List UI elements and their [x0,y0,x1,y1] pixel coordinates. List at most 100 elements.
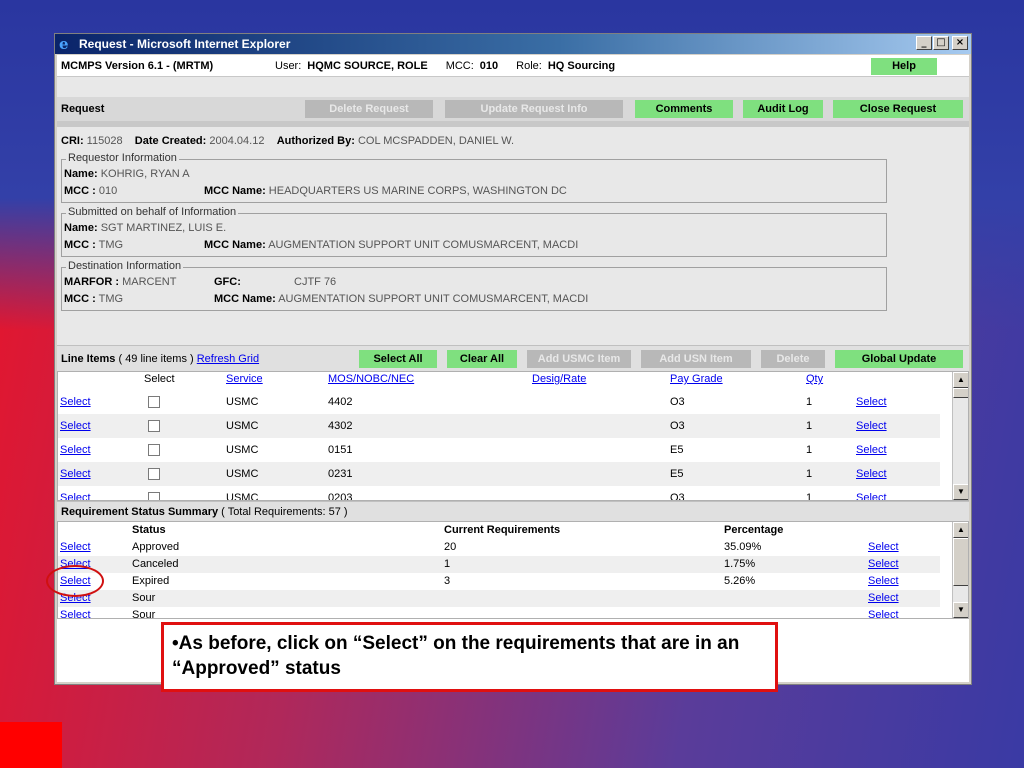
summary-scrollbar[interactable]: ▲ ▼ [952,522,968,618]
delete-line-item-button[interactable]: Delete [761,350,825,368]
requestor-mcc-name-value: HEADQUARTERS US MARINE CORPS, WASHINGTON… [268,185,567,197]
add-usn-item-button[interactable]: Add USN Item [641,350,751,368]
col-pay-grade[interactable]: Pay Grade [670,372,723,390]
summary-status: Canceled [132,558,179,570]
requestor-mcc-name-label: MCC Name: [204,185,266,197]
request-info-panel: CRI: 115028 Date Created: 2004.04.12 Aut… [57,127,969,345]
select-all-button[interactable]: Select All [359,350,437,368]
background-red-block [0,722,62,768]
row-qty: 1 [806,396,813,408]
role-label: Role: [516,59,542,72]
add-usmc-item-button[interactable]: Add USMC Item [527,350,631,368]
date-created-value: 2004.04.12 [209,135,265,147]
summary-percentage: 1.75% [724,558,756,570]
line-items-count: ( 49 line items ) [118,353,194,365]
role-value: HQ Sourcing [547,59,616,72]
checkbox-icon[interactable] [148,492,160,500]
col-desig-rate[interactable]: Desig/Rate [532,372,586,390]
row-checkbox[interactable] [148,438,160,462]
user-label: User: [275,59,302,72]
row-checkbox[interactable] [148,390,160,414]
summary-select-link-right[interactable]: Select [868,607,899,618]
row-checkbox[interactable] [148,414,160,438]
update-request-info-button[interactable]: Update Request Info [445,100,623,118]
destination-fieldset: Destination Information MARFOR : MARCENT… [61,260,887,311]
row-select-link-right[interactable]: Select [856,462,887,486]
mcc-label: MCC: [445,59,474,72]
global-update-button[interactable]: Global Update [835,350,963,368]
line-items-title: Line Items [61,353,116,365]
clear-all-button[interactable]: Clear All [447,350,517,368]
table-row: Select USMC 0231 E5 1 Select [58,462,940,486]
behalf-legend: Submitted on behalf of Information [66,206,239,218]
comments-button[interactable]: Comments [635,100,733,118]
authorized-by-value: COL MCSPADDEN, DANIEL W. [357,135,515,147]
summary-select-link-right[interactable]: Select [868,573,899,590]
minimize-button[interactable]: _ [916,36,932,50]
row-select-link-right[interactable]: Select [856,414,887,438]
summary-title: Requirement Status Summary [61,506,219,518]
row-pay-grade: O3 [670,396,685,408]
row-select-link[interactable]: Select [60,438,91,462]
scroll-thumb[interactable] [953,538,968,586]
summary-select-link-right[interactable]: Select [868,590,899,607]
col-qty[interactable]: Qty [806,372,823,390]
row-service: USMC [226,396,259,408]
app-header: MCMPS Version 6.1 - (MRTM) User: HQMC SO… [57,55,969,77]
marfor-value: MARCENT [122,276,177,288]
scroll-thumb[interactable] [953,388,968,398]
requestor-mcc-label: MCC : [64,185,96,197]
requestor-legend: Requestor Information [66,152,179,164]
audit-log-button[interactable]: Audit Log [743,100,823,118]
scroll-down-icon[interactable]: ▼ [953,484,968,500]
highlight-circle [46,565,104,597]
maximize-button[interactable]: □ [933,36,949,50]
row-select-link-right[interactable]: Select [856,390,887,414]
summary-select-link-right[interactable]: Select [868,539,899,556]
summary-select-link[interactable]: Select [60,539,91,556]
table-row: Select USMC 4402 O3 1 Select [58,390,940,414]
close-button[interactable]: × [952,36,968,50]
summary-row: Select Sour Select [58,590,940,607]
row-select-link-right[interactable]: Select [856,486,887,500]
checkbox-icon[interactable] [148,468,160,481]
row-select-link[interactable]: Select [60,414,91,438]
row-qty: 1 [806,444,813,456]
checkbox-icon[interactable] [148,444,160,457]
behalf-name-label: Name: [64,222,98,234]
row-select-link[interactable]: Select [60,390,91,414]
gfc-label: GFC: [214,276,241,288]
summary-percentage: 5.26% [724,575,756,587]
row-mos: 0231 [328,468,353,480]
destination-mcc-value: TMG [98,293,124,305]
col-select: Select [144,373,175,385]
table-row: Select USMC 0151 E5 1 Select [58,438,940,462]
col-service[interactable]: Service [226,372,263,390]
help-button[interactable]: Help [871,58,937,75]
row-checkbox[interactable] [148,486,160,500]
summary-grid: Status Current Requirements Percentage S… [57,521,969,619]
request-title: Request [61,103,105,115]
row-service: USMC [226,444,259,456]
close-request-button[interactable]: Close Request [833,100,963,118]
destination-legend: Destination Information [66,260,184,272]
summary-select-link-right[interactable]: Select [868,556,899,573]
summary-select-link[interactable]: Select [60,607,91,618]
checkbox-icon[interactable] [148,396,160,409]
scroll-up-icon[interactable]: ▲ [953,522,968,538]
grid-scrollbar[interactable]: ▲ ▼ [952,372,968,500]
window-title: Request - Microsoft Internet Explorer [79,37,291,51]
browser-window: e Request - Microsoft Internet Explorer … [54,33,972,685]
row-select-link[interactable]: Select [60,462,91,486]
row-checkbox[interactable] [148,462,160,486]
checkbox-icon[interactable] [148,420,160,433]
mcc-value: 010 [479,59,499,72]
scroll-down-icon[interactable]: ▼ [953,602,968,618]
app-version: MCMPS Version 6.1 - (MRTM) [61,59,214,72]
row-select-link[interactable]: Select [60,486,91,500]
col-mos[interactable]: MOS/NOBC/NEC [328,372,414,390]
delete-request-button[interactable]: Delete Request [305,100,433,118]
row-select-link-right[interactable]: Select [856,438,887,462]
scroll-up-icon[interactable]: ▲ [953,372,968,388]
refresh-grid-link[interactable]: Refresh Grid [197,353,259,365]
